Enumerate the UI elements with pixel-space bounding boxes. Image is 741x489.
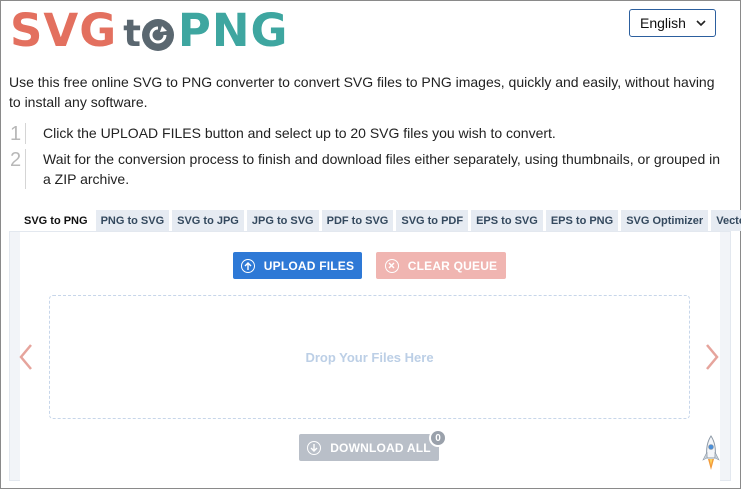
logo-text-to: t — [123, 6, 174, 55]
logo-text-t: t — [123, 11, 141, 55]
download-count-badge: 0 — [429, 429, 447, 447]
step-text: Click the UPLOAD FILES button and select… — [43, 125, 556, 141]
language-select[interactable]: English — [629, 9, 716, 37]
converter-tabs: SVG to PNG PNG to SVG SVG to JPG JPG to … — [19, 210, 741, 231]
step-1: 1 Click the UPLOAD FILES button and sele… — [10, 123, 730, 144]
rocket-icon[interactable] — [701, 434, 721, 474]
clear-circle-icon — [384, 258, 399, 273]
tab-jpg-to-svg[interactable]: JPG to SVG — [246, 210, 319, 231]
logo-text-png: PNG — [177, 3, 289, 57]
step-divider — [25, 149, 26, 189]
tab-svg-to-jpg[interactable]: SVG to JPG — [172, 210, 244, 231]
upload-circle-icon — [240, 258, 255, 273]
dropzone-label: Drop Your Files Here — [305, 349, 434, 365]
tab-vectorizer[interactable]: Vectorizer — [711, 210, 741, 231]
chevron-right-icon[interactable] — [704, 341, 720, 373]
step-text: Wait for the conversion process to finis… — [43, 151, 721, 187]
site-logo[interactable]: SVG t PNG — [10, 3, 289, 57]
upload-files-button[interactable]: UPLOAD FILES — [233, 252, 362, 279]
logo-text-svg: SVG — [10, 3, 118, 57]
download-all-button[interactable]: DOWNLOAD ALL — [299, 434, 439, 461]
upload-files-label: UPLOAD FILES — [263, 258, 355, 273]
chevron-left-icon[interactable] — [18, 341, 34, 373]
step-number: 2 — [10, 149, 22, 171]
intro-text: Use this free online SVG to PNG converte… — [9, 74, 715, 110]
language-selected-label: English — [640, 15, 686, 31]
tab-svg-optimizer[interactable]: SVG Optimizer — [621, 210, 709, 231]
step-number: 1 — [10, 123, 22, 145]
tab-eps-to-png[interactable]: EPS to PNG — [545, 210, 619, 231]
tab-svg-to-pdf[interactable]: SVG to PDF — [396, 210, 469, 231]
logo-refresh-icon — [141, 19, 174, 51]
tab-png-to-svg[interactable]: PNG to SVG — [95, 210, 170, 231]
tab-svg-to-png[interactable]: SVG to PNG — [19, 210, 93, 231]
download-circle-icon — [307, 440, 322, 455]
step-divider — [25, 123, 26, 144]
tab-eps-to-svg[interactable]: EPS to SVG — [471, 210, 543, 231]
tab-vectorizer-label: Vectorizer — [716, 214, 741, 227]
tab-pdf-to-svg[interactable]: PDF to SVG — [321, 210, 394, 231]
instructions-steps: 1 Click the UPLOAD FILES button and sele… — [10, 123, 730, 194]
chevron-down-icon — [696, 19, 706, 26]
file-dropzone[interactable]: Drop Your Files Here — [49, 295, 690, 419]
clear-queue-label: CLEAR QUEUE — [407, 258, 498, 273]
step-2: 2 Wait for the conversion process to fin… — [10, 149, 730, 189]
clear-queue-button[interactable]: CLEAR QUEUE — [376, 252, 506, 279]
download-all-label: DOWNLOAD ALL — [330, 440, 431, 455]
